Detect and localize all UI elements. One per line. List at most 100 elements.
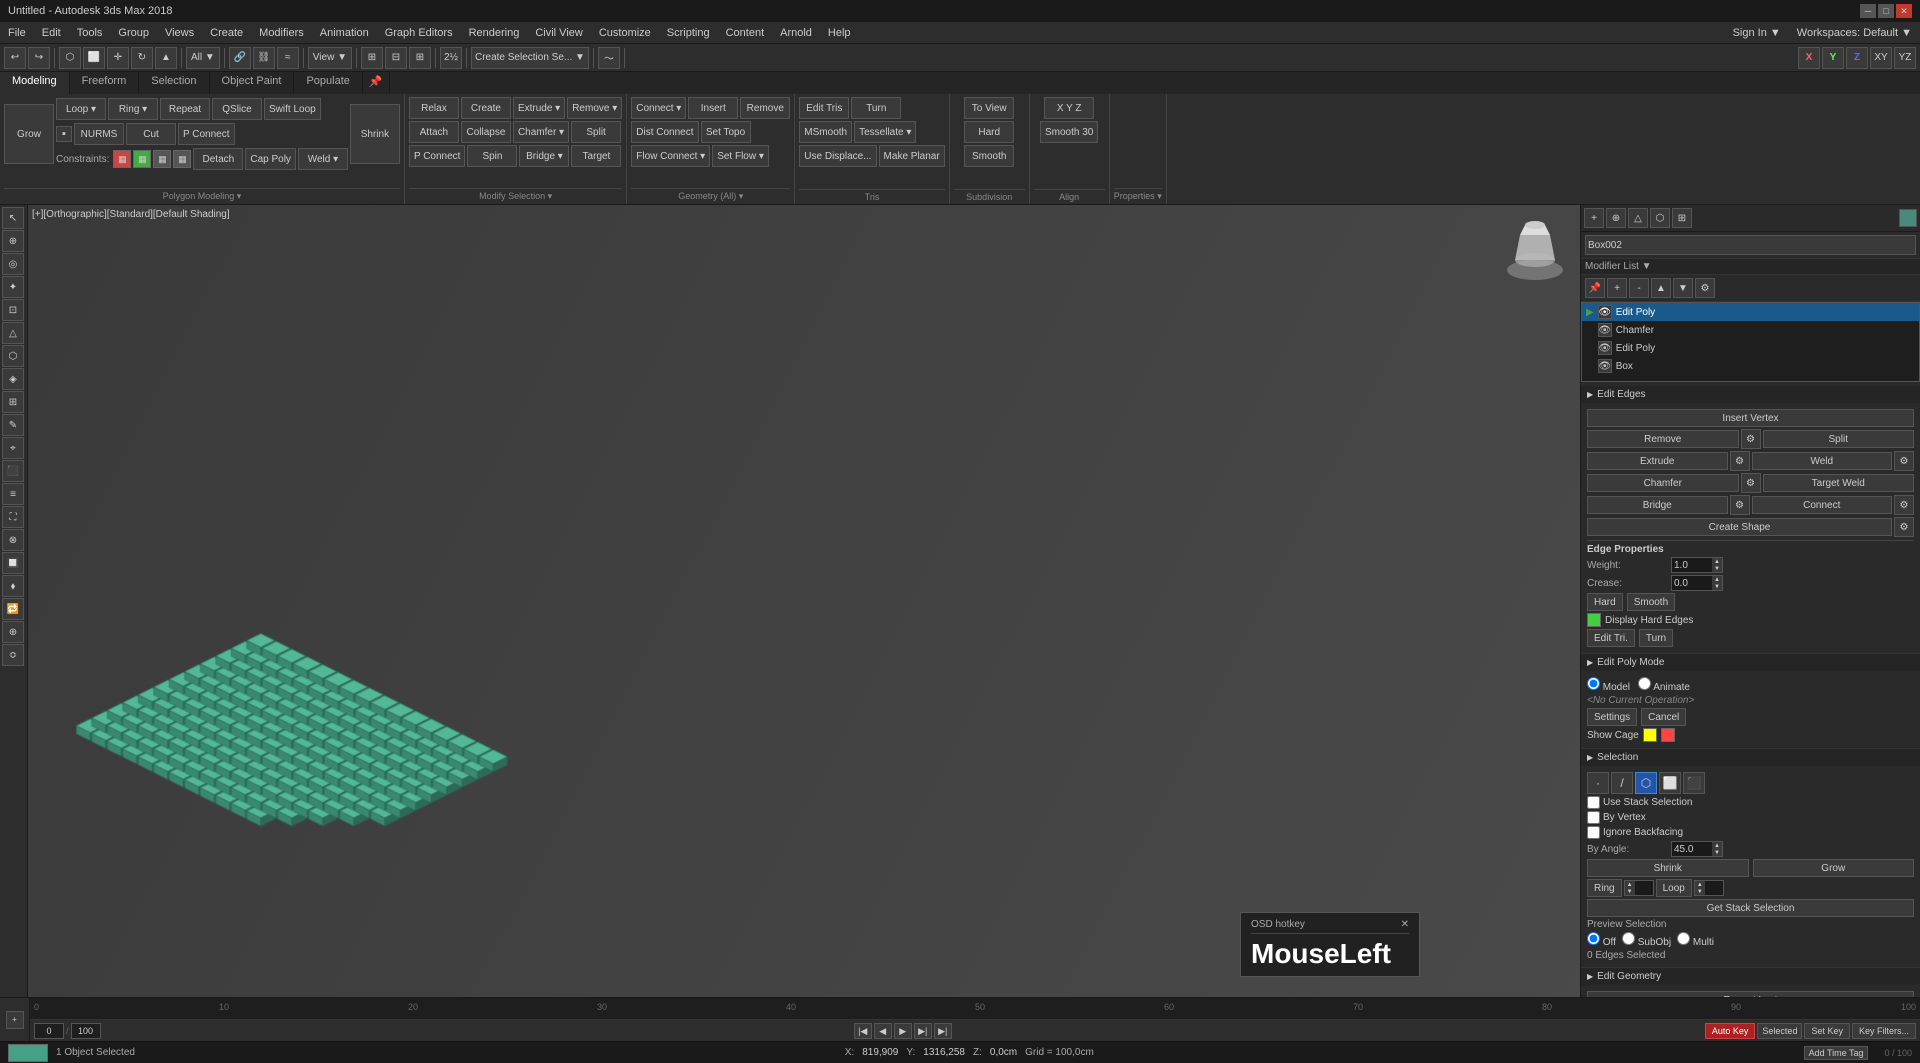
angle-input[interactable]	[1672, 844, 1712, 855]
y-axis[interactable]: Y	[1822, 47, 1844, 69]
grow-btn[interactable]: Grow	[4, 104, 54, 164]
ring-spinner[interactable]: ▲ ▼	[1624, 880, 1654, 896]
loop-btn[interactable]: Loop ▾	[56, 98, 106, 120]
scale-btn[interactable]: ▲	[155, 47, 177, 69]
animate-radio[interactable]	[1638, 677, 1651, 690]
curve-btn[interactable]: 〜	[598, 47, 620, 69]
tab-pin[interactable]: 📌	[363, 72, 390, 94]
key-filters-btn[interactable]: Key Filters...	[1852, 1023, 1916, 1039]
loop-spinner[interactable]: ▲ ▼	[1694, 880, 1724, 896]
x-axis[interactable]: X	[1798, 47, 1820, 69]
flow-connect-btn[interactable]: Flow Connect ▾	[631, 145, 710, 167]
lt-btn-6[interactable]: △	[2, 322, 24, 344]
mirror-btn[interactable]: ⊟	[385, 47, 407, 69]
subobj-radio[interactable]	[1622, 932, 1635, 945]
ring-down-btn[interactable]: ▼	[1625, 888, 1635, 895]
view-dropdown[interactable]: View ▼	[308, 47, 352, 69]
relax-btn-ribbon[interactable]: Relax	[409, 97, 459, 119]
nav-cube[interactable]	[1500, 215, 1570, 285]
create-shape-settings-btn[interactable]: ⚙	[1894, 517, 1914, 537]
c-icon-1[interactable]: ▦	[113, 150, 131, 168]
lt-btn-18[interactable]: 🔁	[2, 598, 24, 620]
turn-btn-ribbon[interactable]: Turn	[851, 97, 901, 119]
extrude-settings-btn[interactable]: ⚙	[1730, 451, 1750, 471]
filter-dropdown[interactable]: All ▼	[186, 47, 220, 69]
p-connect-btn[interactable]: P Connect	[178, 123, 235, 145]
get-stack-btn[interactable]: Get Stack Selection	[1587, 899, 1914, 917]
c-icon-3[interactable]: ▦	[153, 150, 171, 168]
lt-btn-8[interactable]: ◈	[2, 368, 24, 390]
by-vertex-check[interactable]	[1587, 811, 1600, 824]
remove-btn-ribbon[interactable]: Remove ▾	[567, 97, 622, 119]
tab-object-paint[interactable]: Object Paint	[210, 72, 295, 94]
auto-key-btn[interactable]: Auto Key	[1705, 1023, 1756, 1039]
lt-btn-5[interactable]: ⊡	[2, 299, 24, 321]
qslice-btn[interactable]: QSlice	[212, 98, 262, 120]
remove-btn-rp[interactable]: Remove	[1587, 430, 1739, 448]
lt-btn-14[interactable]: ⛶	[2, 506, 24, 528]
weight-down-btn[interactable]: ▼	[1712, 565, 1722, 572]
mod-icon-add[interactable]: +	[1607, 278, 1627, 298]
off-radio[interactable]	[1587, 932, 1600, 945]
hard-btn-rp[interactable]: Hard	[1587, 593, 1623, 611]
connect-btn-ribbon[interactable]: Connect ▾	[631, 97, 686, 119]
modifier-edit-poly-2[interactable]: ▶ 👁 Edit Poly	[1582, 339, 1919, 357]
minimize-btn[interactable]: ─	[1860, 4, 1876, 18]
connect-settings-btn[interactable]: ⚙	[1894, 495, 1914, 515]
msmooth-btn-ribbon[interactable]: MSmooth	[799, 121, 852, 143]
lt-btn-9[interactable]: ⊞	[2, 391, 24, 413]
modifier-edit-poly-top[interactable]: ▶ 👁 Edit Poly	[1582, 303, 1919, 321]
lt-btn-15[interactable]: ⊗	[2, 529, 24, 551]
mod-eye-3[interactable]: 👁	[1598, 341, 1612, 355]
menu-rendering[interactable]: Rendering	[461, 25, 528, 41]
angle-spinner[interactable]: ▲ ▼	[1671, 841, 1723, 857]
section-edit-poly-mode-header[interactable]: ▶ Edit Poly Mode	[1581, 654, 1920, 671]
tl-start-input[interactable]	[34, 1023, 64, 1039]
menu-graph-editors[interactable]: Graph Editors	[377, 25, 461, 41]
shrink-btn[interactable]: Shrink	[350, 104, 400, 164]
mod-icon-remove[interactable]: -	[1629, 278, 1649, 298]
remove2-btn[interactable]: Remove	[740, 97, 790, 119]
add-time-tag-btn[interactable]: Add Time Tag	[1804, 1046, 1869, 1060]
weight-up-btn[interactable]: ▲	[1712, 558, 1722, 565]
lt-btn-11[interactable]: ⌖	[2, 437, 24, 459]
rp-icon-5[interactable]: ⊞	[1672, 208, 1692, 228]
lt-btn-17[interactable]: ⬧	[2, 575, 24, 597]
tl-go-end-btn[interactable]: ▶|	[934, 1023, 952, 1039]
mod-eye-1[interactable]: 👁	[1598, 305, 1612, 319]
xy-plane[interactable]: XY	[1870, 47, 1892, 69]
extrude-btn-ribbon[interactable]: Extrude ▾	[513, 97, 565, 119]
move-btn[interactable]: ✛	[107, 47, 129, 69]
angle-up-btn[interactable]: ▲	[1712, 842, 1722, 849]
osd-close[interactable]: ✕	[1401, 919, 1409, 930]
section-selection-header[interactable]: ▶ Selection	[1581, 749, 1920, 766]
crease-down-btn[interactable]: ▼	[1712, 583, 1722, 590]
lt-btn-12[interactable]: ⬛	[2, 460, 24, 482]
tl-go-start-btn[interactable]: |◀	[854, 1023, 872, 1039]
attach-btn-ribbon[interactable]: Attach	[409, 121, 459, 143]
bridge-btn-ribbon[interactable]: Bridge ▾	[519, 145, 569, 167]
modifier-chamfer[interactable]: ▶ 👁 Chamfer	[1582, 321, 1919, 339]
timeline-main[interactable]: 0 10 20 30 40 50 60 70 80 90 100 / |◀ ◀ …	[30, 998, 1920, 1041]
multi-radio-label[interactable]: Multi	[1677, 932, 1714, 948]
make-planar-ribbon[interactable]: Make Planar	[879, 145, 945, 167]
set-key-btn[interactable]: Set Key	[1804, 1023, 1850, 1039]
angle-down-btn[interactable]: ▼	[1712, 849, 1722, 856]
extrude-btn-rp[interactable]: Extrude	[1587, 452, 1728, 470]
mod-icon-pin[interactable]: 📌	[1585, 278, 1605, 298]
detach-btn-ribbon[interactable]: Detach	[193, 148, 243, 170]
rp-icon-2[interactable]: ⊕	[1606, 208, 1626, 228]
loop-btn-rp[interactable]: Loop	[1656, 879, 1692, 897]
rp-object-color[interactable]	[1899, 209, 1917, 227]
rp-icon-3[interactable]: △	[1628, 208, 1648, 228]
menu-civil-view[interactable]: Civil View	[527, 25, 590, 41]
edit-tris-btn-ribbon[interactable]: Edit Tris	[799, 97, 849, 119]
weld-settings-btn[interactable]: ⚙	[1894, 451, 1914, 471]
chamfer-btn-ribbon[interactable]: Chamfer ▾	[513, 121, 569, 143]
crease-up-btn[interactable]: ▲	[1712, 576, 1722, 583]
to-view-btn[interactable]: To View	[964, 97, 1014, 119]
weld-btn-rp[interactable]: Weld	[1752, 452, 1893, 470]
bridge-settings-btn[interactable]: ⚙	[1730, 495, 1750, 515]
subobj-radio-label[interactable]: SubObj	[1622, 932, 1671, 948]
rotate-btn[interactable]: ↻	[131, 47, 153, 69]
